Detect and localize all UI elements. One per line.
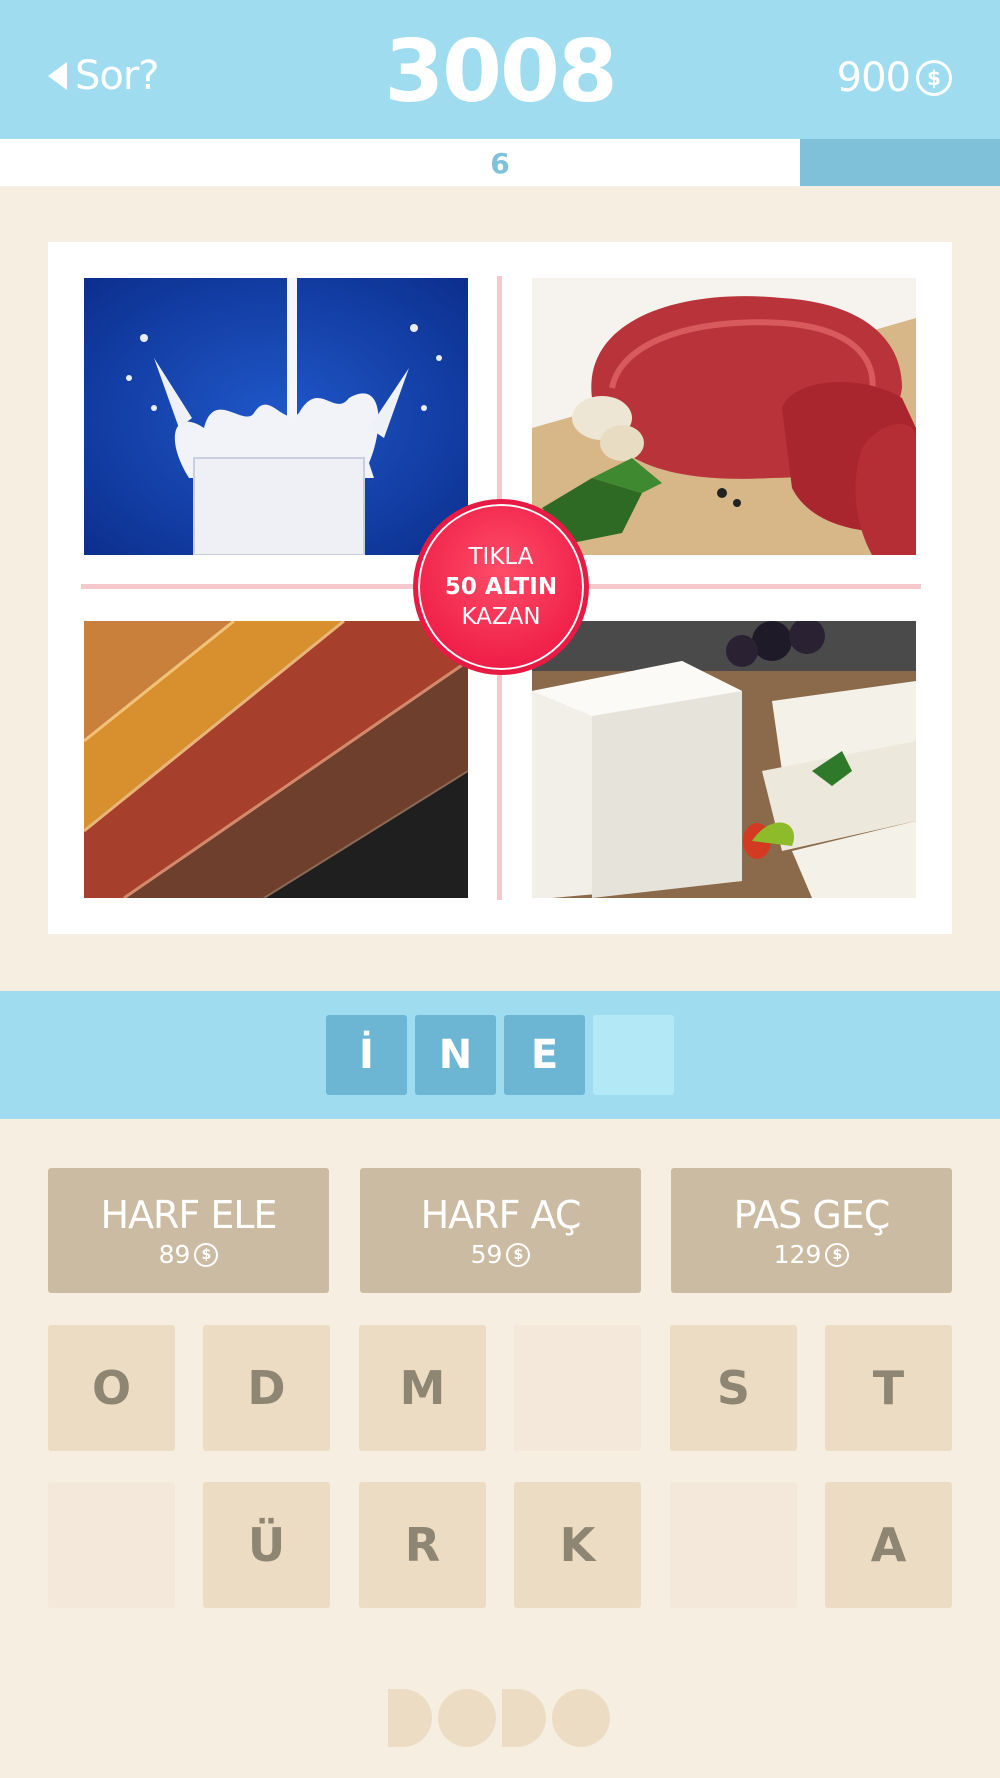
milk-glass-image[interactable] xyxy=(84,278,468,555)
pager-dot xyxy=(502,1689,546,1747)
letter-key-used xyxy=(48,1482,175,1608)
remove-letter-button[interactable]: HARF ELE 89 $ xyxy=(48,1168,329,1293)
hint-cost: 89 $ xyxy=(159,1240,219,1270)
hint-cost-value: 59 xyxy=(470,1239,503,1269)
answer-slot[interactable]: İ xyxy=(326,1015,407,1095)
answer-area: İNE xyxy=(0,991,1000,1119)
answer-slots: İNE xyxy=(0,1015,1000,1095)
picture-card: TIKLA 50 ALTIN KAZAN xyxy=(48,242,952,934)
hint-label: HARF AÇ xyxy=(420,1192,582,1237)
letter-key[interactable]: Ü xyxy=(203,1482,330,1608)
letter-key-used xyxy=(514,1325,641,1451)
answer-slot[interactable]: E xyxy=(504,1015,585,1095)
bonus-line-3: KAZAN xyxy=(461,604,541,630)
pager-dot xyxy=(552,1689,610,1747)
hint-cost-value: 89 xyxy=(158,1239,191,1269)
pager-dot xyxy=(438,1689,496,1747)
coin-icon: $ xyxy=(506,1242,531,1267)
hint-cost: 59 $ xyxy=(471,1240,531,1270)
top-bar: Sor? 3008 900 $ xyxy=(0,0,1000,139)
pager-dot xyxy=(388,1689,432,1747)
leather-image[interactable] xyxy=(84,621,468,898)
reveal-letter-button[interactable]: HARF AÇ 59 $ xyxy=(360,1168,641,1293)
white-cheese-image[interactable] xyxy=(532,621,916,898)
letter-key[interactable]: S xyxy=(670,1325,797,1451)
level-progress-bar: 6 xyxy=(0,139,1000,186)
coin-icon: $ xyxy=(916,60,952,96)
bonus-line-1: TIKLA xyxy=(468,544,534,570)
hint-label: PAS GEÇ xyxy=(733,1192,891,1237)
coin-balance[interactable]: 900 $ xyxy=(837,50,952,106)
bonus-line-2: 50 ALTIN xyxy=(444,574,558,600)
answer-slot[interactable]: N xyxy=(415,1015,496,1095)
letter-key[interactable]: D xyxy=(203,1325,330,1451)
progress-count: 6 xyxy=(490,147,510,180)
hint-cost-value: 129 xyxy=(773,1239,822,1269)
letter-key[interactable]: O xyxy=(48,1325,175,1451)
coin-balance-value: 900 xyxy=(836,55,911,101)
letter-key[interactable]: K xyxy=(514,1482,641,1608)
raw-meat-image[interactable] xyxy=(532,278,916,555)
letter-key[interactable]: R xyxy=(359,1482,486,1608)
coin-icon: $ xyxy=(825,1242,850,1267)
letter-key[interactable]: M xyxy=(359,1325,486,1451)
hint-label: HARF ELE xyxy=(100,1192,277,1237)
letter-key[interactable]: T xyxy=(825,1325,952,1451)
hint-cost: 129 $ xyxy=(774,1240,850,1270)
skip-level-button[interactable]: PAS GEÇ 129 $ xyxy=(671,1168,952,1293)
coin-icon: $ xyxy=(194,1242,219,1267)
pager-dots xyxy=(0,1689,1000,1747)
answer-slot[interactable] xyxy=(593,1015,674,1095)
letter-key-used xyxy=(670,1482,797,1608)
letter-key[interactable]: A xyxy=(825,1482,952,1608)
bonus-coins-button[interactable]: TIKLA 50 ALTIN KAZAN xyxy=(413,499,589,675)
